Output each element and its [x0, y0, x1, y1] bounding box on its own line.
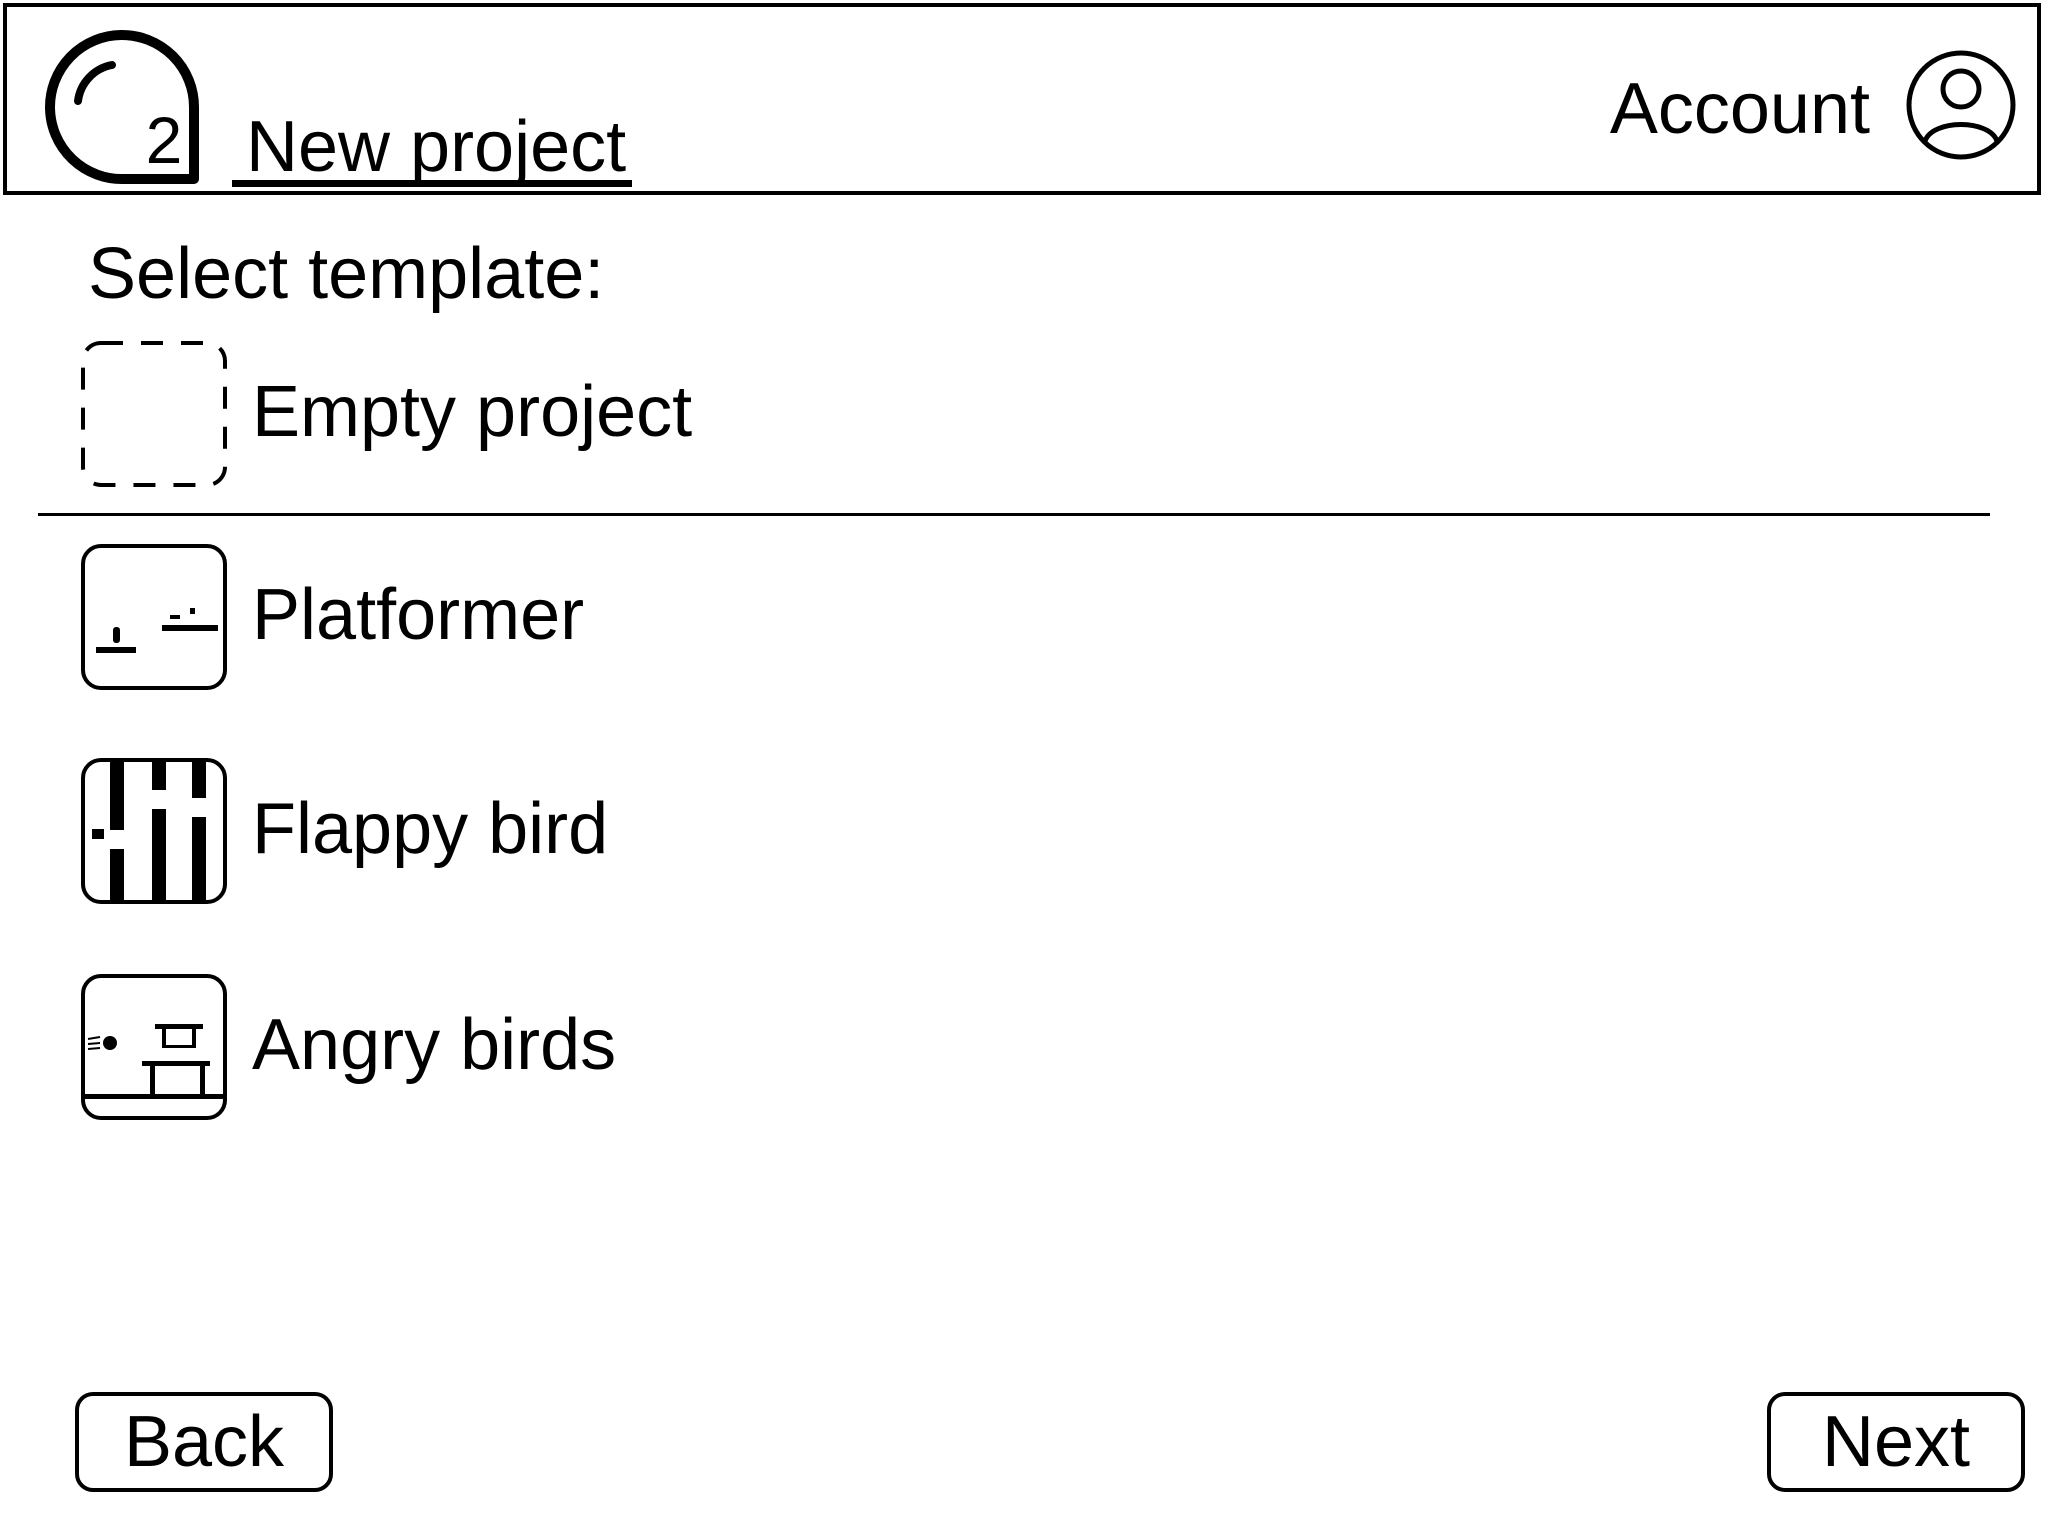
app-header: 2 New project Account: [3, 3, 2041, 195]
template-item-angry-birds[interactable]: Angry birds: [80, 973, 1940, 1121]
app-logo-icon[interactable]: 2: [44, 29, 202, 187]
divider: [38, 513, 1990, 516]
user-circle-icon[interactable]: [1905, 49, 2017, 161]
angry-birds-thumbnail-icon: [81, 974, 227, 1120]
logo-digit: 2: [146, 103, 183, 177]
back-button[interactable]: Back: [75, 1392, 333, 1492]
template-label: Empty project: [252, 372, 693, 452]
platformer-thumbnail-icon: [81, 544, 227, 690]
tab-new-project[interactable]: New project: [232, 107, 632, 187]
account-label[interactable]: Account: [1610, 67, 1870, 151]
template-label: Flappy bird: [252, 789, 609, 869]
next-button[interactable]: Next: [1767, 1392, 2025, 1492]
template-label: Angry birds: [252, 1005, 617, 1085]
tab-new-project-label: New project: [246, 107, 627, 187]
template-item-platformer[interactable]: Platformer: [80, 543, 1940, 691]
select-template-heading: Select template:: [88, 234, 605, 314]
template-label: Platformer: [252, 575, 585, 655]
flappy-bird-thumbnail-icon: [81, 758, 227, 904]
template-item-flappy-bird[interactable]: Flappy bird: [80, 757, 1940, 905]
empty-dashed-square-icon: [81, 341, 227, 487]
template-item-empty-project[interactable]: Empty project: [80, 340, 1940, 488]
